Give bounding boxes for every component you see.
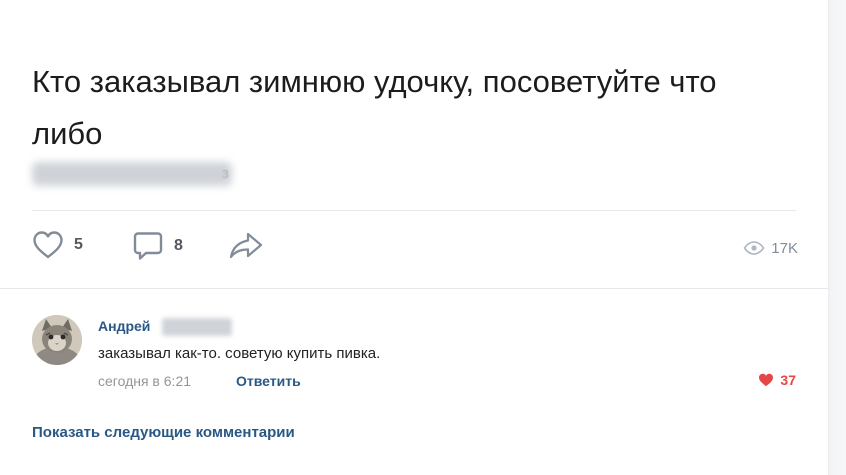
heart-filled-icon — [759, 373, 774, 387]
views-indicator: 17K — [743, 230, 798, 266]
views-count: 17K — [771, 239, 798, 257]
post-card: Кто заказывал зимнюю удочку, посоветуйте… — [0, 0, 828, 475]
avatar[interactable] — [32, 315, 82, 365]
comment-author-name[interactable]: Андрей — [98, 318, 150, 334]
comment-like-count: 37 — [780, 372, 796, 388]
redacted-text-tail: з — [222, 165, 229, 182]
share-arrow-icon — [229, 232, 263, 259]
divider — [32, 210, 796, 211]
heart-outline-icon — [33, 231, 63, 259]
post-text: Кто заказывал зимнюю удочку, посоветуйте… — [32, 64, 717, 151]
show-more-comments-link[interactable]: Показать следующие комментарии — [32, 424, 295, 441]
share-button[interactable] — [228, 230, 264, 260]
comment-bubble-icon — [133, 232, 163, 260]
cat-photo-avatar — [32, 315, 82, 365]
post-actions-bar: 5 8 17K — [32, 230, 798, 266]
comment-timestamp[interactable]: сегодня в 6:21 — [98, 373, 191, 389]
comment-count: 8 — [174, 237, 183, 254]
reply-button[interactable]: Ответить — [236, 373, 301, 389]
comment-text: заказывал как-то. советую купить пивка. — [98, 345, 381, 362]
comment-button[interactable]: 8 — [132, 230, 183, 262]
like-count: 5 — [74, 236, 83, 253]
comment-like-button[interactable]: 37 — [758, 372, 796, 388]
redacted-text — [32, 162, 232, 186]
eye-icon — [743, 241, 765, 255]
redacted-surname — [162, 318, 232, 336]
page-edge-background — [828, 0, 846, 475]
divider — [0, 288, 828, 289]
like-button[interactable]: 5 — [32, 230, 83, 260]
